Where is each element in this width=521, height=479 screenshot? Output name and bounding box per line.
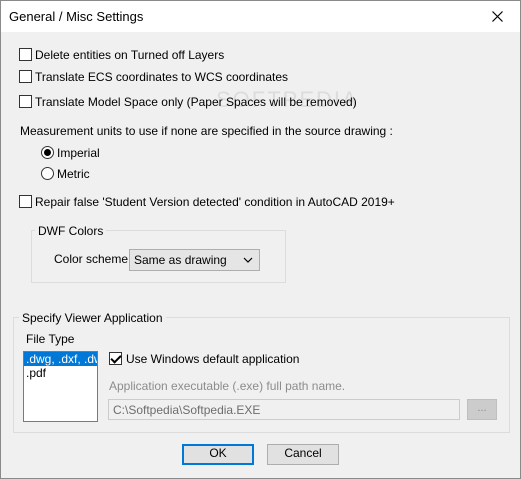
settings-dialog: General / Misc Settings SOFTPEDIA Delete… — [0, 0, 521, 479]
viewer-application-title: Specify Viewer Application — [19, 311, 166, 325]
repair-student-version-checkbox[interactable] — [19, 195, 32, 208]
metric-label[interactable]: Metric — [57, 167, 90, 181]
browse-button[interactable]: ... — [467, 399, 497, 420]
cancel-button[interactable]: Cancel — [267, 444, 339, 465]
delete-entities-checkbox[interactable] — [19, 48, 32, 61]
units-prompt: Measurement units to use if none are spe… — [20, 124, 393, 138]
file-type-label: File Type — [26, 332, 75, 346]
translate-model-space-checkbox[interactable] — [19, 95, 32, 108]
use-default-app-checkbox[interactable] — [109, 352, 122, 365]
exe-path-input[interactable]: C:\Softpedia\Softpedia.EXE — [108, 399, 460, 420]
translate-ecs-checkbox[interactable] — [19, 70, 32, 83]
delete-entities-label[interactable]: Delete entities on Turned off Layers — [35, 48, 224, 62]
exe-path-label: Application executable (.exe) full path … — [109, 379, 346, 393]
window-title: General / Misc Settings — [9, 9, 144, 24]
list-item[interactable]: .dwg, .dxf, .dwf — [24, 352, 97, 366]
translate-ecs-label[interactable]: Translate ECS coordinates to WCS coordin… — [35, 70, 288, 84]
list-item[interactable]: .pdf — [24, 366, 97, 380]
repair-student-version-label[interactable]: Repair false 'Student Version detected' … — [35, 195, 395, 209]
close-button[interactable] — [474, 1, 520, 32]
dwf-colors-title: DWF Colors — [35, 224, 107, 238]
file-type-list[interactable]: .dwg, .dxf, .dwf .pdf — [23, 351, 98, 422]
use-default-app-label[interactable]: Use Windows default application — [126, 352, 299, 366]
color-scheme-label: Color scheme: — [54, 252, 132, 266]
chevron-down-icon — [243, 257, 253, 263]
translate-model-space-label[interactable]: Translate Model Space only (Paper Spaces… — [35, 95, 357, 109]
color-scheme-value: Same as drawing — [134, 253, 227, 267]
metric-radio[interactable] — [41, 167, 54, 180]
imperial-label[interactable]: Imperial — [57, 146, 100, 160]
color-scheme-select[interactable]: Same as drawing — [129, 249, 260, 271]
imperial-radio[interactable] — [41, 146, 54, 159]
close-icon — [491, 11, 503, 22]
title-bar: General / Misc Settings — [1, 1, 520, 32]
ok-button[interactable]: OK — [182, 444, 254, 465]
